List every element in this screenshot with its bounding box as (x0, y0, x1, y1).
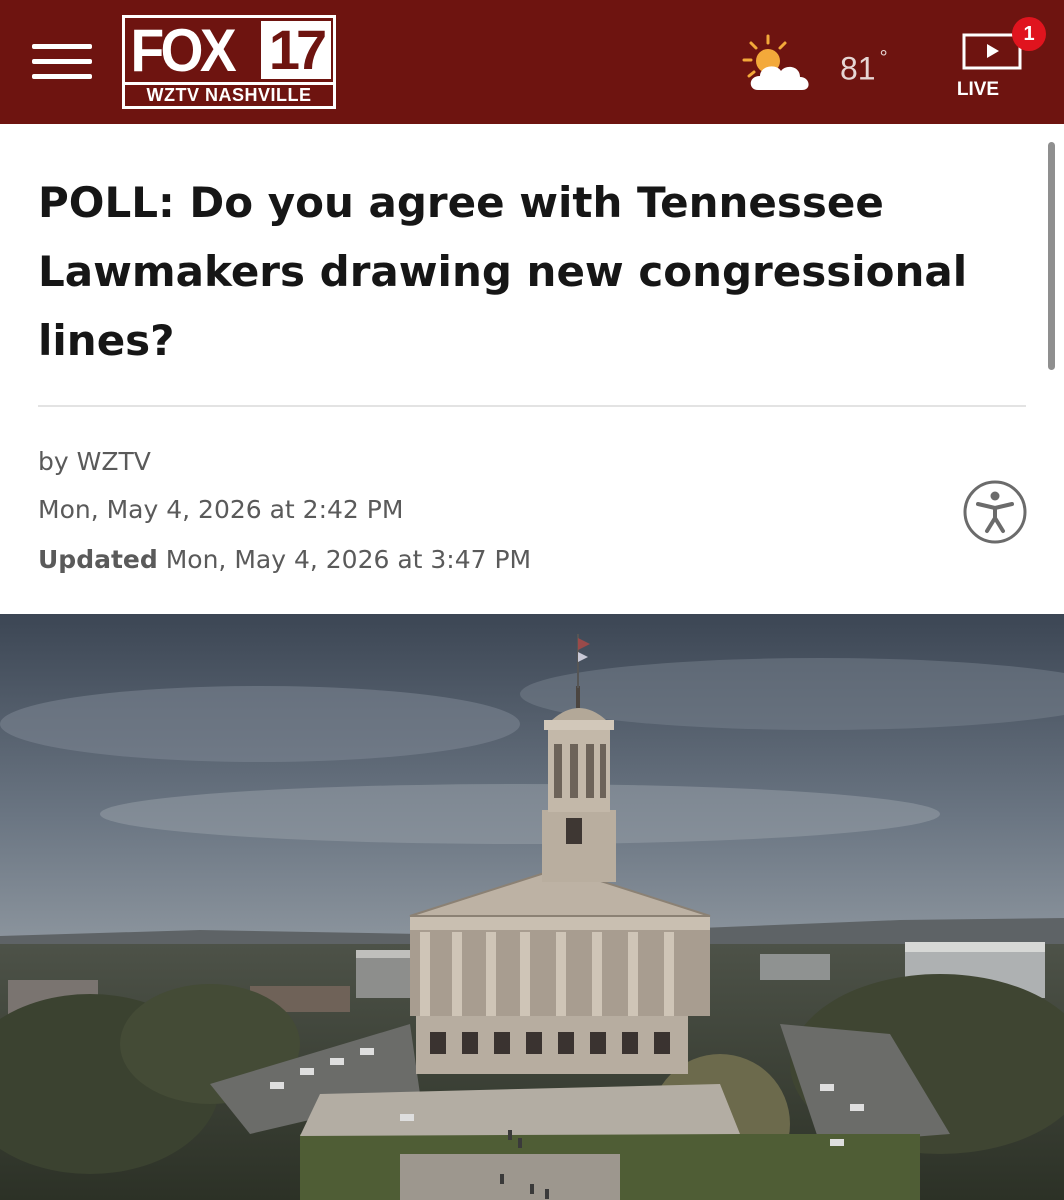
publish-date: Mon, May 4, 2026 at 2:42 PM (38, 495, 404, 524)
headline-divider (38, 405, 1026, 407)
temperature-value: 81 (840, 50, 876, 87)
updated-date: Updated Mon, May 4, 2026 at 3:47 PM (38, 544, 531, 576)
logo-main: FOX 17 (125, 18, 333, 84)
logo-channel-number: 17 (261, 21, 331, 79)
scrollbar[interactable] (1048, 142, 1055, 370)
byline: by WZTV (38, 447, 151, 476)
logo-subtitle: WZTV NASHVILLE (125, 82, 333, 106)
site-header: FOX 17 WZTV NASHVILLE 81 ° 1 LIVE (0, 0, 1064, 124)
menu-line (32, 74, 92, 79)
tennessee-state-capitol-photo (0, 614, 1064, 1200)
accessibility-person-icon[interactable] (962, 479, 1028, 545)
menu-line (32, 59, 92, 64)
article-headline: POLL: Do you agree with Tennessee Lawmak… (38, 178, 968, 365)
hamburger-menu-icon[interactable] (32, 44, 92, 80)
partly-sunny-icon[interactable] (738, 34, 816, 94)
updated-label: Updated (38, 545, 158, 574)
temperature: 81 ° (840, 42, 888, 89)
logo-brand: FOX (130, 17, 237, 84)
updated-timestamp: Mon, May 4, 2026 at 3:47 PM (165, 545, 532, 574)
live-notification-badge[interactable]: 1 (1012, 17, 1046, 51)
live-label[interactable]: LIVE (950, 79, 1006, 101)
menu-line (32, 44, 92, 49)
fox17-logo[interactable]: FOX 17 WZTV NASHVILLE (122, 15, 336, 109)
degree-symbol: ° (879, 47, 888, 69)
